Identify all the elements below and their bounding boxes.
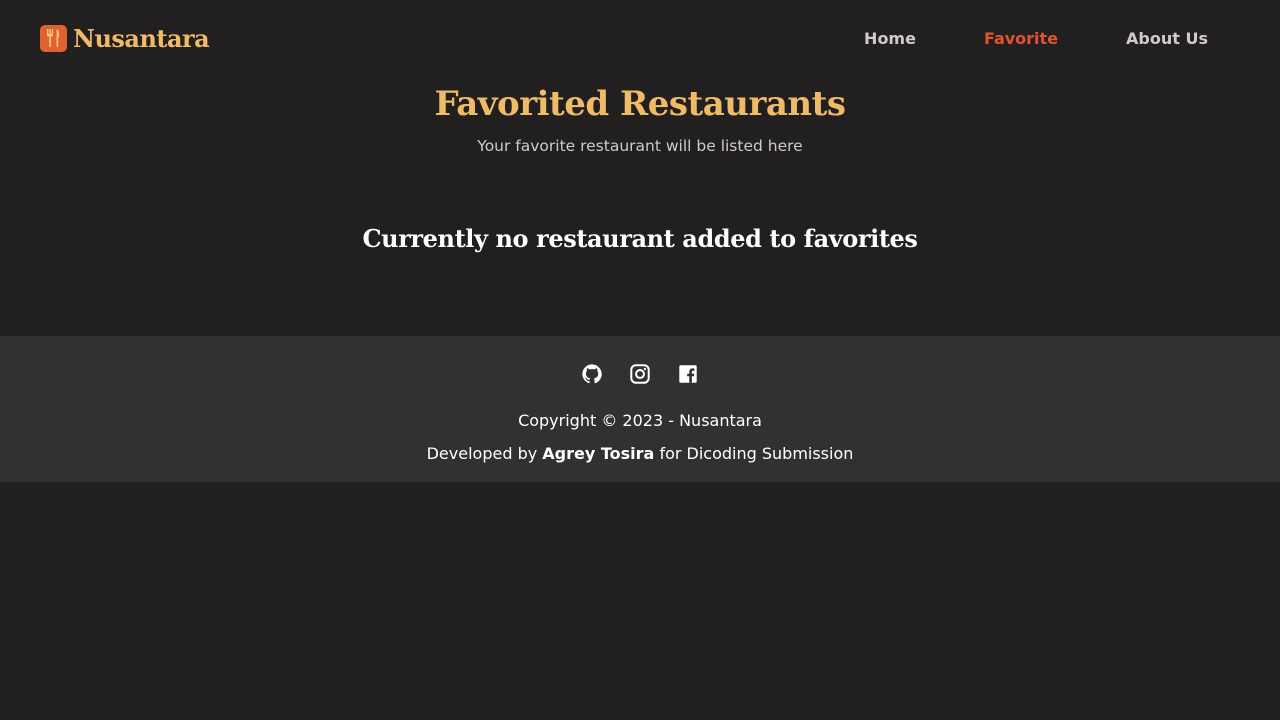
facebook-icon[interactable] — [677, 363, 699, 385]
github-icon[interactable] — [581, 363, 603, 385]
page-subtitle: Your favorite restaurant will be listed … — [477, 137, 803, 155]
fork-knife-icon — [40, 24, 67, 52]
page-title: Favorited Restaurants — [434, 84, 846, 124]
footer: Copyright © 2023 - Nusantara Developed b… — [0, 336, 1280, 482]
nav-link-about-us[interactable]: About Us — [1126, 29, 1208, 48]
nav-link-favorite[interactable]: Favorite — [984, 29, 1058, 48]
social-links — [0, 336, 1280, 386]
developer-credit: Developed by Agrey Tosira for Dicoding S… — [0, 444, 1280, 463]
developer-name: Agrey Tosira — [542, 444, 655, 463]
instagram-icon[interactable] — [629, 363, 651, 385]
main-nav: Home Favorite About Us — [796, 29, 1208, 48]
credit-prefix: Developed by — [426, 444, 538, 463]
hero-section: Favorited Restaurants Your favorite rest… — [0, 80, 1280, 155]
credit-suffix: for Dicoding Submission — [659, 444, 854, 463]
nav-link-home[interactable]: Home — [864, 29, 916, 48]
empty-favorites-message: Currently no restaurant added to favorit… — [362, 224, 918, 253]
copyright-text: Copyright © 2023 - Nusantara — [518, 411, 762, 430]
brand-name: Nusantara — [73, 23, 210, 53]
navbar: Nusantara Home Favorite About Us — [0, 0, 1280, 76]
brand-logo-link[interactable]: Nusantara — [40, 23, 210, 53]
